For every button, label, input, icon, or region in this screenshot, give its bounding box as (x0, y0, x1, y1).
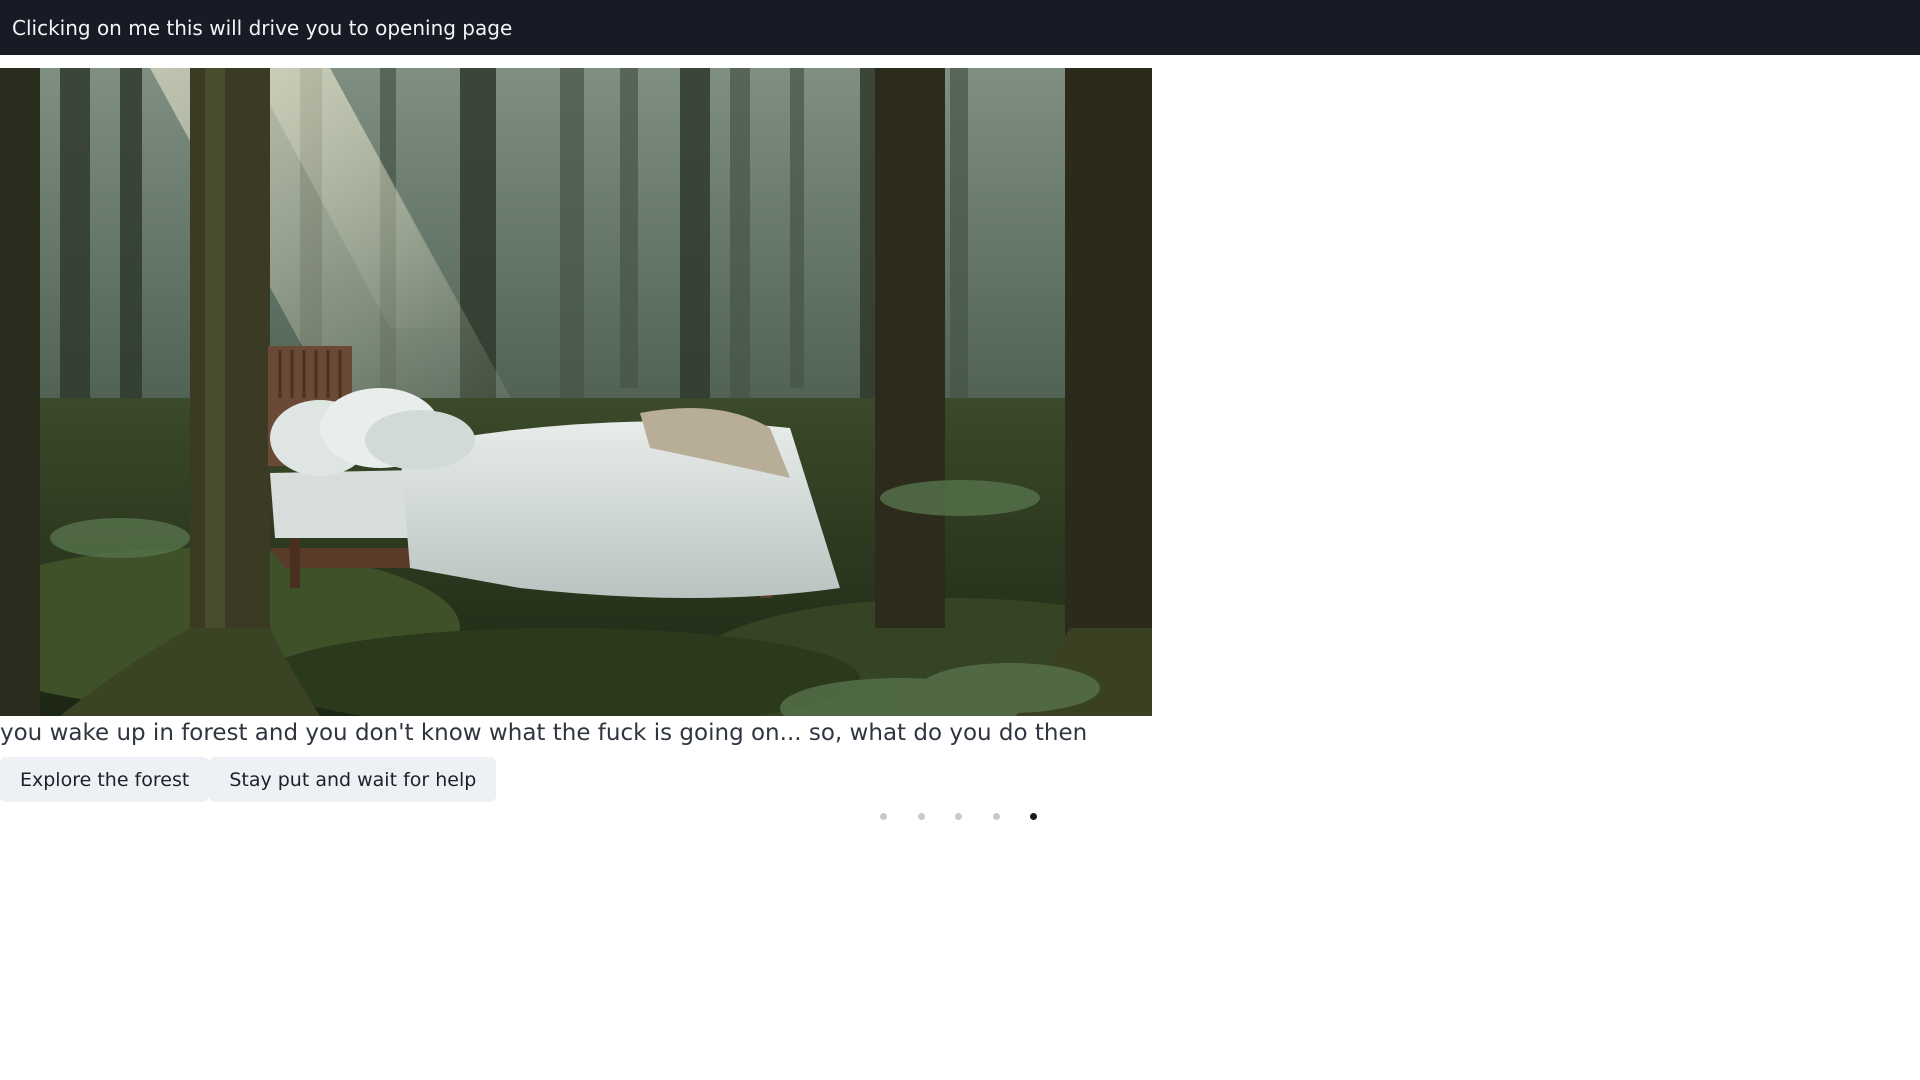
choices-group: Explore the forest Stay put and wait for… (0, 757, 497, 802)
explore-forest-button[interactable]: Explore the forest (0, 757, 210, 802)
story-text: you wake up in forest and you don't know… (0, 720, 1088, 746)
page-indicator (880, 813, 1068, 820)
page-dot-2[interactable] (917, 813, 925, 820)
page-dot-1[interactable] (880, 813, 887, 820)
wait-for-help-button[interactable]: Stay put and wait for help (209, 757, 497, 802)
opening-page-link[interactable]: Clicking on me this will drive you to op… (0, 16, 512, 40)
page-dot-3[interactable] (955, 813, 962, 820)
page-dot-5-active[interactable] (1030, 813, 1037, 820)
forest-bed-image (0, 68, 1152, 716)
page-dot-4[interactable] (992, 813, 1000, 820)
top-nav-bar: Clicking on me this will drive you to op… (0, 0, 1920, 55)
